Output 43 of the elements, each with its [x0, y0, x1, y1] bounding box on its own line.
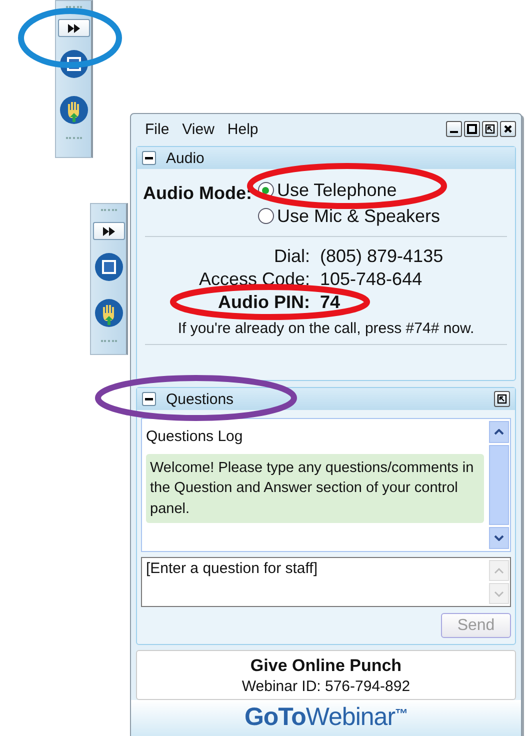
- audio-mode-label: Audio Mode:: [143, 182, 252, 204]
- raise-hand-icon[interactable]: [58, 95, 88, 125]
- popout-button[interactable]: [494, 391, 510, 407]
- audio-pin-label: Audio PIN:: [218, 291, 310, 314]
- radio-option[interactable]: Use Mic & Speakers: [258, 205, 440, 227]
- welcome-message: Welcome! Please type any questions/comments in the Question and Answer section of your control panel.: [146, 454, 484, 523]
- menu-item[interactable]: Help: [227, 120, 258, 138]
- popout-button[interactable]: [482, 121, 498, 137]
- access-code: 105-748-644: [320, 268, 422, 291]
- panel-title: Audio: [166, 150, 204, 166]
- minus-icon: [145, 395, 153, 403]
- maximize-button[interactable]: [464, 121, 480, 137]
- radio-option[interactable]: Use Telephone: [258, 179, 440, 201]
- fast-forward-icon: [66, 24, 80, 32]
- close-button[interactable]: [500, 121, 516, 137]
- panel-title: Questions: [166, 390, 234, 408]
- collapse-button[interactable]: [142, 151, 156, 165]
- minimize-icon: [450, 131, 458, 133]
- raise-hand-icon[interactable]: [94, 298, 124, 328]
- maximize-icon: [467, 124, 477, 134]
- screen-icon[interactable]: [94, 252, 124, 282]
- scrollbar[interactable]: [488, 558, 510, 606]
- close-icon: [503, 124, 513, 134]
- collapse-button[interactable]: [142, 392, 156, 406]
- log-title: Questions Log: [146, 428, 244, 445]
- logo: GoToWebinar$^{™}$: [244, 703, 408, 733]
- minimize-button[interactable]: [446, 121, 462, 137]
- expand-button[interactable]: [92, 222, 124, 240]
- expand-button[interactable]: [58, 19, 90, 37]
- minus-icon: [145, 154, 153, 162]
- audio-pin: 74: [320, 291, 340, 314]
- webinar-title: Give Online Punch: [249, 656, 403, 676]
- popout-icon: [497, 394, 507, 404]
- fast-forward-icon: [102, 226, 116, 236]
- menu-item[interactable]: File: [145, 120, 170, 138]
- scrollbar[interactable]: [488, 419, 510, 551]
- dial-number: (805) 879-4135: [320, 245, 444, 268]
- popout-icon: [485, 124, 495, 134]
- menu-item[interactable]: View: [182, 120, 214, 138]
- pin-instructions: If you're already on the call, press #74# now.: [176, 319, 476, 339]
- webinar-id: Webinar ID: 576-794-892: [240, 678, 412, 695]
- screen-icon[interactable]: [58, 49, 88, 79]
- dial-label: Dial:: [274, 245, 310, 268]
